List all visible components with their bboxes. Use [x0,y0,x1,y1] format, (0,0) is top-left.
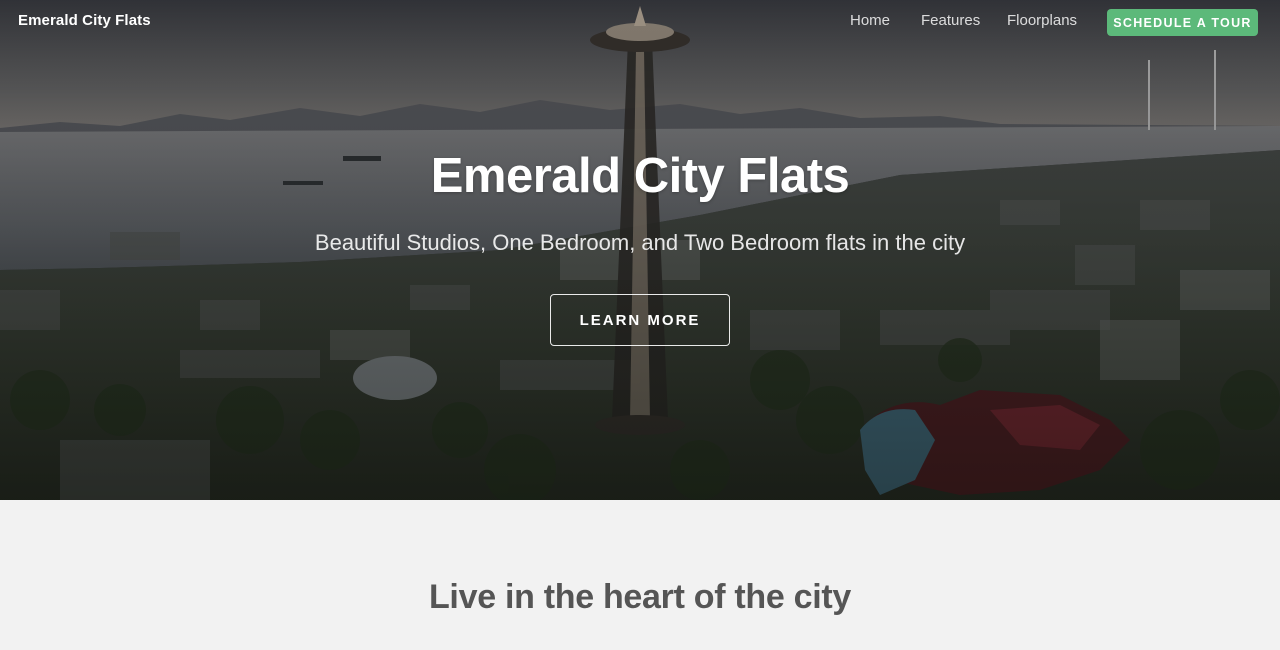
learn-more-button[interactable]: Learn More [550,294,730,346]
nav-links: Home Features Floorplans [0,12,1280,32]
nav-link-floorplans[interactable]: Floorplans [1007,12,1077,29]
schedule-tour-button[interactable]: Schedule a Tour [1107,9,1258,36]
top-navbar: Emerald City Flats Home Features Floorpl… [0,0,1280,44]
nav-link-features[interactable]: Features [921,12,980,29]
section-title: Live in the heart of the city [428,578,852,616]
hero-subtitle: Beautiful Studios, One Bedroom, and Two … [314,230,966,255]
hero-title: Emerald City Flats [430,149,850,203]
hero-section: Emerald City Flats Home Features Floorpl… [0,0,1280,500]
nav-link-home[interactable]: Home [850,12,890,29]
